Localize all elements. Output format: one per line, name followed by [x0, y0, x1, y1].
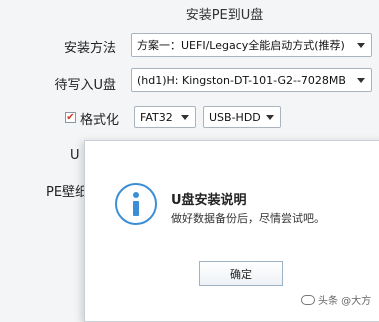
chevron-down-icon — [181, 114, 189, 120]
info-icon — [115, 183, 157, 225]
filesystem-value: FAT32 — [140, 110, 173, 124]
install-method-value: 方案一：UEFI/Legacy全能启动方式(推荐) — [137, 39, 345, 52]
format-checkbox[interactable]: ✔ — [65, 112, 76, 123]
target-drive-value: (hd1)H: Kingston-DT-101-G2--7028MB — [137, 73, 346, 87]
mode-select[interactable]: USB-HDD — [203, 106, 281, 128]
install-method-select[interactable]: 方案一：UEFI/Legacy全能启动方式(推荐) — [131, 33, 372, 57]
pe-wallpaper-label: PE壁纸 — [46, 185, 89, 200]
ok-button[interactable]: 确定 — [199, 261, 283, 286]
chevron-down-icon — [357, 42, 365, 48]
dialog-message: 做好数据备份后，尽情尝试吧。 — [171, 212, 325, 225]
install-method-label: 安装方法 — [63, 41, 116, 56]
dialog-title: U盘安装说明 — [171, 193, 247, 208]
watermark: 头条 @大方 — [301, 292, 371, 307]
window-title: 安装PE到U盘 — [185, 8, 264, 23]
partial-label: U — [70, 148, 80, 163]
target-drive-select[interactable]: (hd1)H: Kingston-DT-101-G2--7028MB — [131, 68, 372, 92]
toutiao-logo-icon — [301, 294, 315, 305]
filesystem-select[interactable]: FAT32 — [134, 106, 196, 128]
chevron-down-icon — [357, 77, 365, 83]
target-drive-label: 待写入U盘 — [54, 78, 116, 93]
watermark-text: 头条 @大方 — [318, 296, 372, 307]
chevron-down-icon — [266, 114, 274, 120]
format-label: 格式化 — [80, 113, 120, 128]
mode-value: USB-HDD — [209, 110, 261, 124]
checkmark-icon: ✔ — [66, 111, 75, 123]
